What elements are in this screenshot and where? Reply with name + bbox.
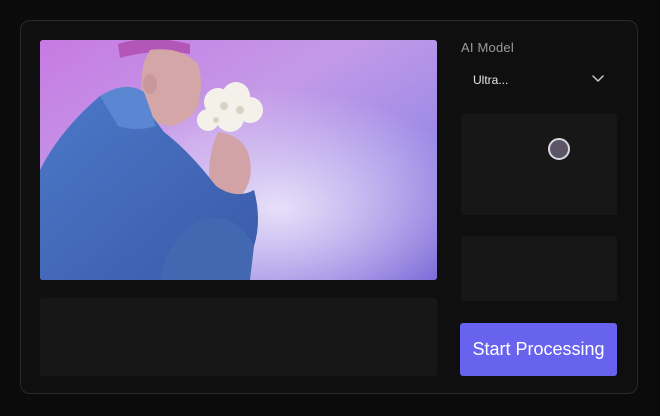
settings-box xyxy=(461,114,617,215)
bottom-info-panel xyxy=(40,298,437,376)
dropdown-selected-value: Ultra... xyxy=(473,73,509,87)
portrait-image xyxy=(40,40,437,280)
slider-knob[interactable] xyxy=(548,138,570,160)
start-processing-button[interactable]: Start Processing xyxy=(460,323,617,376)
options-box xyxy=(461,236,617,301)
image-preview xyxy=(40,40,437,280)
chevron-down-icon xyxy=(591,71,605,90)
ai-model-dropdown[interactable]: Ultra... xyxy=(461,62,617,98)
ai-model-label: AI Model xyxy=(461,40,514,55)
